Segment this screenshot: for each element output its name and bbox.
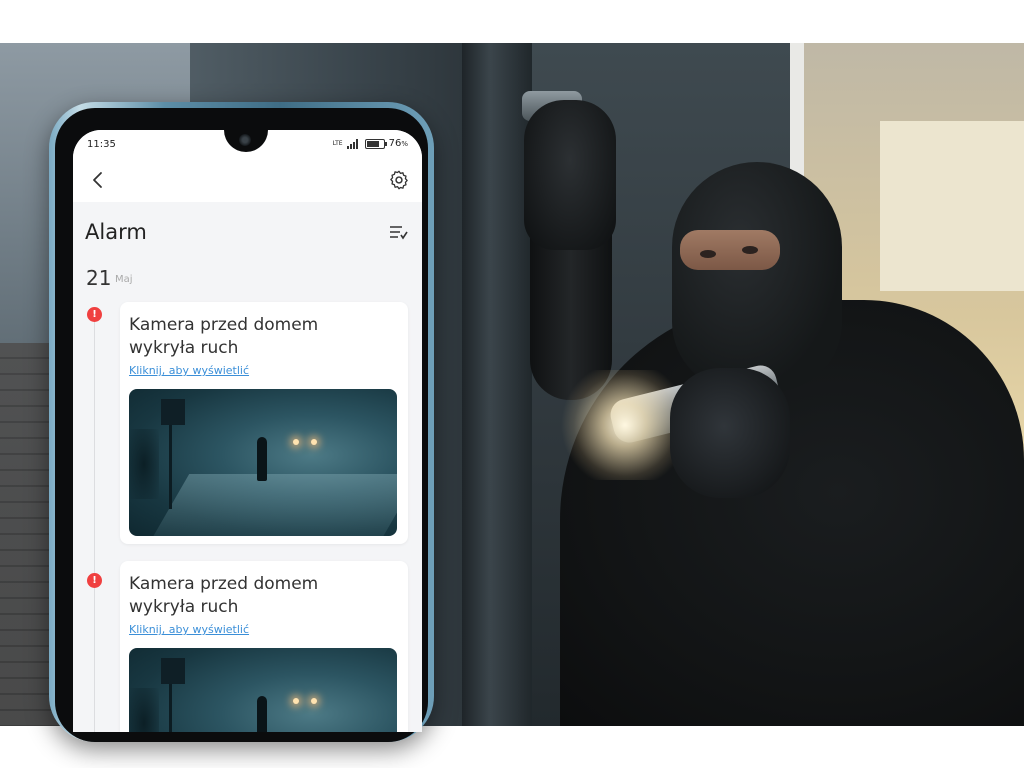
exclamation-icon: ! [87, 307, 102, 322]
notification-view-link[interactable]: Kliknij, aby wyświetlić [129, 623, 249, 636]
snapshot-headlight [311, 698, 317, 704]
chevron-left-icon[interactable] [89, 170, 109, 190]
battery-percent-value: 76 [388, 138, 402, 149]
network-type: LTE [332, 140, 343, 147]
burglar-eyes [680, 230, 780, 270]
battery-percent-unit: % [401, 140, 408, 148]
battery-icon [364, 138, 387, 149]
snapshot-headlight [311, 439, 317, 445]
phone-screen: 11:35 LTE 76% Alarm 21 Maj ! Kamera prze… [73, 130, 422, 732]
checklist-icon[interactable] [388, 222, 408, 242]
date-day: 21 [86, 266, 112, 290]
notification-view-link[interactable]: Kliknij, aby wyświetlić [129, 364, 249, 377]
battery-level [366, 140, 379, 147]
gear-icon[interactable] [388, 169, 410, 191]
snapshot-tree [129, 688, 159, 732]
burglar-eye [742, 246, 758, 254]
snapshot-sign [161, 658, 185, 684]
snapshot-person [257, 437, 267, 481]
status-time: 11:35 [87, 139, 116, 150]
notification-message: Kamera przed domem wykryła ruch [129, 574, 319, 617]
signal-icon [346, 138, 361, 149]
burglar-glove-holding-flashlight [670, 368, 790, 498]
snapshot-sign [161, 399, 185, 425]
smartphone: 11:35 LTE 76% Alarm 21 Maj ! Kamera prze… [49, 102, 434, 742]
camera-snapshot[interactable] [129, 389, 397, 536]
status-indicators: LTE 76% [333, 138, 408, 149]
burglar-balaclava [672, 162, 842, 392]
exclamation-icon: ! [87, 573, 102, 588]
page-title: Alarm [85, 220, 147, 244]
date-month: Maj [115, 274, 133, 285]
snapshot-headlight [293, 439, 299, 445]
timeline-line [94, 320, 95, 732]
snapshot-headlight [293, 698, 299, 704]
notification-card[interactable]: Kamera przed domem wykryła ruch Kliknij,… [120, 561, 408, 732]
battery-percent: 76% [389, 138, 408, 149]
phone-bezel: 11:35 LTE 76% Alarm 21 Maj ! Kamera prze… [55, 108, 428, 742]
snapshot-person [257, 696, 267, 732]
notification-card[interactable]: Kamera przed domem wykryła ruch Kliknij,… [120, 302, 408, 544]
burglar-eye [700, 250, 716, 258]
notification-message: Kamera przed domem wykryła ruch [129, 315, 319, 358]
snapshot-sidewalk [148, 474, 397, 536]
burglar-glove-on-handle [524, 100, 616, 250]
app-bar [73, 158, 422, 202]
snapshot-tree [129, 429, 159, 499]
wall-light [880, 121, 1024, 291]
door-frame [462, 43, 532, 726]
camera-snapshot[interactable] [129, 648, 397, 732]
front-camera [239, 134, 251, 146]
